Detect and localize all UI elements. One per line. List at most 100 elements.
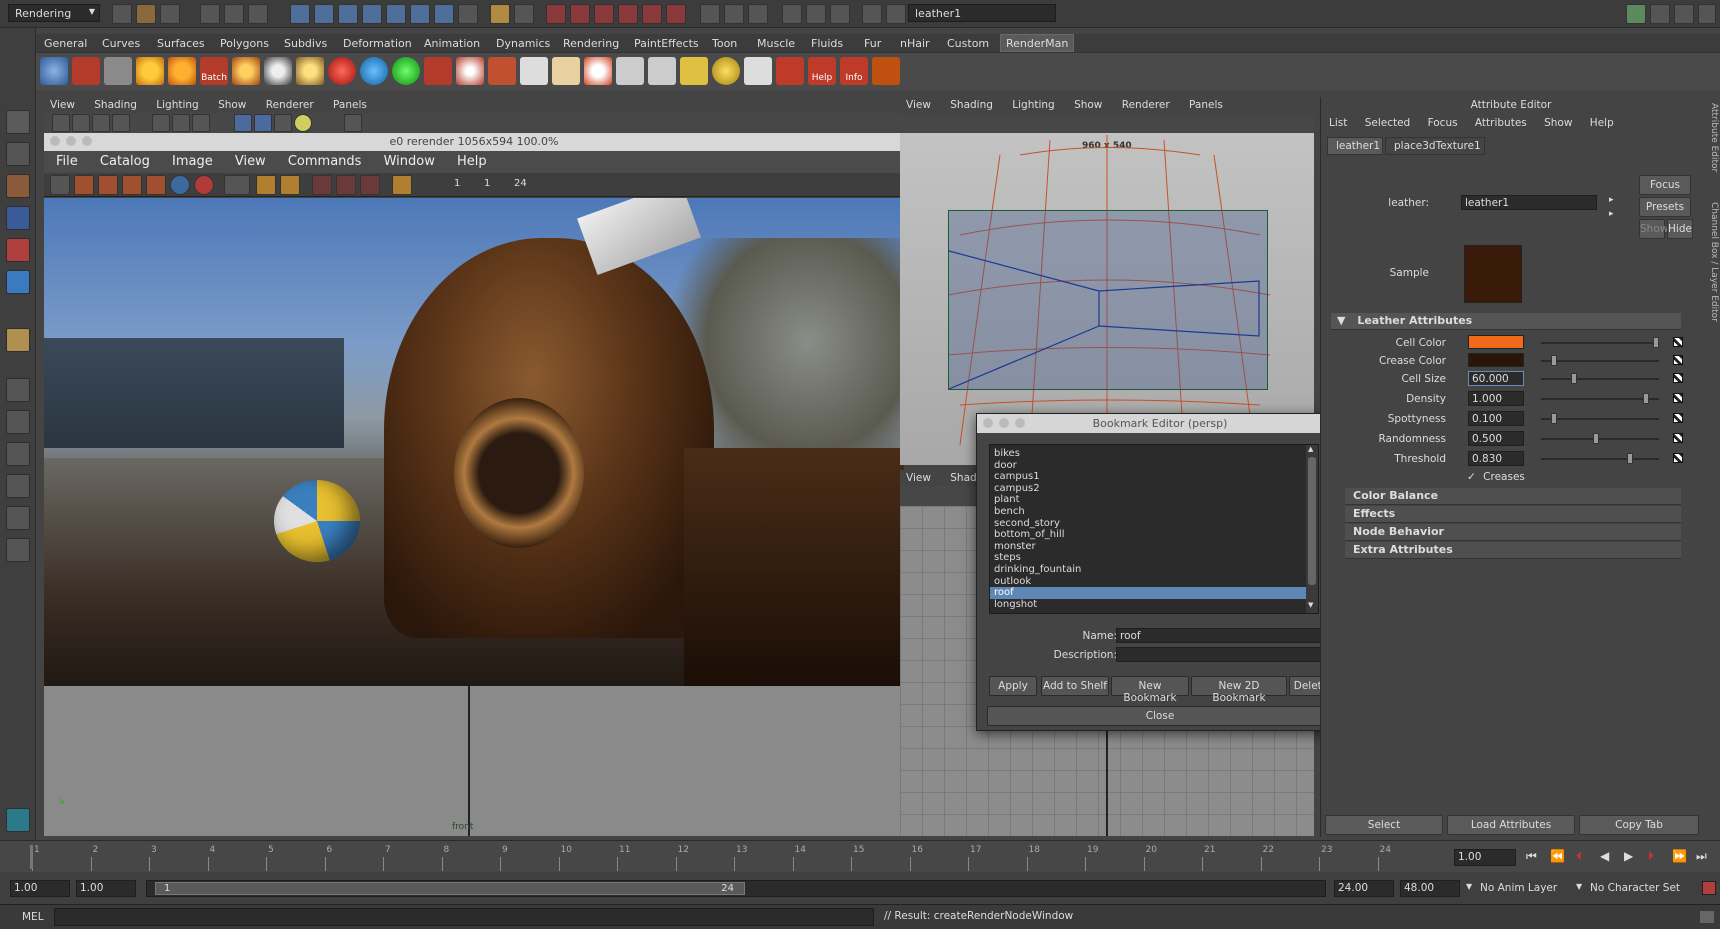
list-item[interactable]: plant	[990, 494, 1318, 506]
crease-color-slider-knob[interactable]	[1551, 355, 1557, 366]
rendered-image[interactable]	[44, 198, 904, 686]
redo-previous-render-icon[interactable]	[50, 175, 70, 195]
rv-menu-window[interactable]: Window	[384, 154, 435, 169]
snap-live-icon[interactable]	[642, 4, 662, 24]
crease-color-map-button[interactable]	[1673, 355, 1683, 365]
maximize-window-icon[interactable]	[1015, 418, 1025, 428]
custom-layout-icon[interactable]	[6, 538, 30, 562]
persp-menu-lighting[interactable]: Lighting	[1012, 99, 1054, 111]
shelf-tab-muscle[interactable]: Muscle	[757, 34, 795, 52]
rman-fx-icon[interactable]	[776, 57, 804, 85]
density-map-button[interactable]	[1673, 393, 1683, 403]
render-settings-icon[interactable]	[748, 4, 768, 24]
ipr-render-icon[interactable]	[724, 4, 744, 24]
absolute-transform-icon[interactable]	[862, 4, 882, 24]
section-effects[interactable]: Effects	[1345, 506, 1681, 523]
start-frame-field[interactable]: 1	[454, 178, 460, 189]
scale-tool-icon[interactable]	[6, 270, 30, 294]
node-name-field[interactable]: leather1	[1461, 195, 1597, 210]
lock-selection-icon[interactable]	[490, 4, 510, 24]
rgb-channels-icon[interactable]	[170, 175, 190, 195]
persp-menu-renderer[interactable]: Renderer	[1122, 99, 1170, 111]
persp-menu-view[interactable]: View	[906, 99, 931, 111]
rv-menu-help[interactable]: Help	[457, 154, 487, 169]
last-tool-icon[interactable]	[6, 328, 30, 352]
hypershade-layout-icon[interactable]	[6, 506, 30, 530]
shelf-tab-surfaces[interactable]: Surfaces	[157, 34, 205, 52]
rman-burst-icon[interactable]	[584, 57, 612, 85]
cell-color-slider-knob[interactable]	[1653, 337, 1659, 348]
bookmark-name-field[interactable]: roof	[1116, 628, 1326, 643]
bookmark-icon[interactable]	[72, 114, 90, 132]
persp-menu-panels[interactable]: Panels	[1189, 99, 1223, 111]
gate-mask-icon[interactable]	[192, 114, 210, 132]
ae-tab-leather1[interactable]: leather1	[1327, 137, 1383, 155]
rman-plugin-icon[interactable]	[872, 57, 900, 85]
list-item[interactable]: campus2	[990, 483, 1318, 495]
resolution-gate-icon[interactable]	[172, 114, 190, 132]
randomness-map-button[interactable]	[1673, 433, 1683, 443]
scroll-up-icon[interactable]: ▲	[1308, 445, 1313, 453]
select-component-icon[interactable]	[248, 4, 268, 24]
paint-select-icon[interactable]	[6, 174, 30, 198]
history-icon[interactable]	[666, 4, 686, 24]
threshold-field[interactable]: 0.830	[1468, 451, 1524, 466]
step-back-key-icon[interactable]: ⏴	[1576, 849, 1582, 864]
add-to-shelf-button[interactable]: Add to Shelf	[1041, 676, 1109, 696]
rman-globals-icon[interactable]	[40, 57, 68, 85]
list-item[interactable]: outlook	[990, 576, 1318, 588]
help-question-icon[interactable]	[458, 4, 478, 24]
side-tab-channel-box[interactable]: Channel Box / Layer Editor	[1703, 202, 1719, 332]
new-scene-icon[interactable]	[112, 4, 132, 24]
red-sphere-icon[interactable]	[328, 57, 356, 85]
randomness-slider-knob[interactable]	[1593, 433, 1599, 444]
rman-info-icon[interactable]: Info	[840, 57, 868, 85]
persp-menu-shading[interactable]: Shading	[950, 99, 993, 111]
shelf-tab-toon[interactable]: Toon	[712, 34, 737, 52]
alpha-channel-icon[interactable]	[194, 175, 214, 195]
ae-menu-show[interactable]: Show	[1544, 117, 1572, 129]
textured-icon[interactable]	[274, 114, 292, 132]
refresh-ipr-icon[interactable]	[146, 175, 166, 195]
rman-hand-icon[interactable]	[552, 57, 580, 85]
ae-menu-list[interactable]: List	[1329, 117, 1347, 129]
shelf-tab-dynamics[interactable]: Dynamics	[496, 34, 550, 52]
section-extra-attributes[interactable]: Extra Attributes	[1345, 542, 1681, 559]
step-back-icon[interactable]: ⏪	[1550, 849, 1565, 863]
lower-menu-view[interactable]: View	[906, 472, 931, 484]
rman-render-icon[interactable]	[72, 57, 100, 85]
end-frame-field[interactable]: 24	[514, 178, 527, 189]
step-forward-icon[interactable]: ⏩	[1672, 849, 1687, 863]
list-item[interactable]: drinking_fountain	[990, 564, 1318, 576]
mask-deformations-icon[interactable]	[386, 4, 406, 24]
focus-button[interactable]: Focus	[1639, 175, 1691, 195]
shelf-tab-renderman[interactable]: RenderMan	[1000, 34, 1075, 52]
camera-attributes-icon[interactable]	[52, 114, 70, 132]
threshold-slider-knob[interactable]	[1627, 453, 1633, 464]
shelf-tab-curves[interactable]: Curves	[102, 34, 140, 52]
new-2d-bookmark-button[interactable]: New 2D Bookmark	[1191, 676, 1287, 704]
select-by-name-icon[interactable]	[830, 4, 850, 24]
rv-menu-catalog[interactable]: Catalog	[100, 154, 150, 169]
spottyness-slider-knob[interactable]	[1551, 413, 1557, 424]
cell-size-slider-knob[interactable]	[1571, 373, 1577, 384]
mask-dynamics-icon[interactable]	[410, 4, 430, 24]
list-item[interactable]: bench	[990, 506, 1318, 518]
rv-menu-image[interactable]: Image	[172, 154, 213, 169]
shelf-tab-fluids[interactable]: Fluids	[811, 34, 843, 52]
shelf-tab-custom[interactable]: Custom	[947, 34, 989, 52]
highlight-selection-icon[interactable]	[514, 4, 534, 24]
smooth-shade-icon[interactable]	[254, 114, 272, 132]
current-time-field[interactable]: 1.00	[1454, 849, 1516, 866]
section-leather-attributes[interactable]: ▼ Leather Attributes	[1331, 313, 1681, 330]
section-node-behavior[interactable]: Node Behavior	[1345, 524, 1681, 541]
keep-image-icon[interactable]	[256, 175, 276, 195]
bookmark-list-scrollbar[interactable]: ▲ ▼	[1306, 445, 1318, 613]
anim-layer-chevron-icon[interactable]: ▼	[1466, 882, 1472, 891]
render-current-frame-icon[interactable]	[700, 4, 720, 24]
randomness-slider[interactable]	[1541, 438, 1659, 440]
bookmark-list[interactable]: bikes door campus1 campus2 plant bench s…	[989, 444, 1319, 614]
cell-size-field[interactable]: 60.000	[1468, 371, 1524, 386]
hide-button[interactable]: Hide	[1667, 219, 1693, 239]
animation-end-field[interactable]: 48.00	[1400, 880, 1460, 897]
